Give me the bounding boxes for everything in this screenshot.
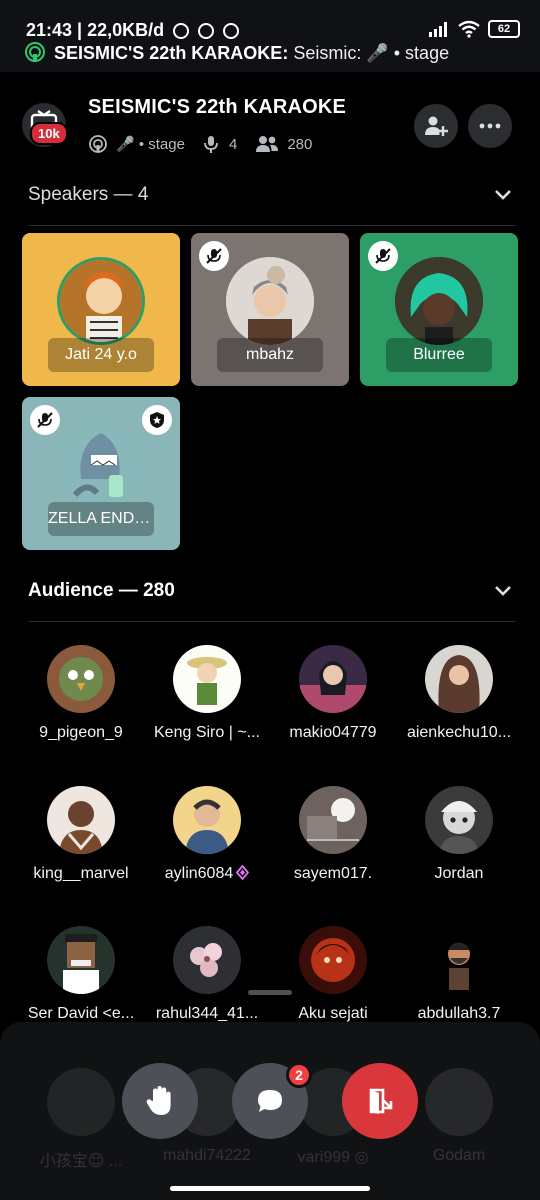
- status-bar: 21:43 | 22,0KB/d 62 SEISMIC'S 22th KARAO…: [0, 0, 540, 72]
- raise-hand-icon: [146, 1086, 171, 1115]
- avatar: [299, 786, 367, 854]
- whatsapp-icon: [198, 23, 215, 40]
- audience-heading: Audience — 280: [28, 580, 175, 601]
- stage-icon: [89, 135, 107, 153]
- stage-channel-label: 🎤 • stage: [116, 136, 185, 153]
- audience-member[interactable]: 9_pigeon_9: [16, 645, 146, 742]
- speakers-divider: [28, 225, 516, 226]
- nitro-boost-icon: [236, 865, 250, 880]
- home-indicator[interactable]: [170, 1186, 370, 1191]
- member-name: aienkechu10...: [406, 724, 512, 741]
- speakers-header[interactable]: Speakers — 4: [28, 184, 512, 206]
- member-name: rahul344_41...: [155, 1005, 259, 1022]
- alarm-icon: [173, 23, 190, 40]
- avatar: [47, 786, 115, 854]
- avatar: [425, 1068, 493, 1136]
- member-name: mahdi74222: [162, 1147, 252, 1164]
- audience-header[interactable]: Audience — 280: [28, 580, 512, 602]
- avatar: [395, 257, 483, 345]
- raise-hand-button[interactable]: [122, 1063, 198, 1139]
- member-name: Keng Siro | ~...: [154, 724, 260, 741]
- speakers-heading: Speakers — 4: [28, 184, 149, 205]
- speaker-tile[interactable]: ZELLA ENDU...: [22, 397, 180, 550]
- leave-door-icon: [369, 1088, 393, 1114]
- member-name: Godam: [432, 1147, 486, 1164]
- audience-member[interactable]: Keng Siro | ~...: [142, 645, 272, 742]
- status-icons: 62: [428, 20, 520, 38]
- audience-member[interactable]: king__marvel: [16, 786, 146, 883]
- member-name: Ser David <e...: [27, 1005, 135, 1022]
- member-name: Jordan: [434, 865, 484, 882]
- avatar: [47, 1068, 115, 1136]
- audience-member[interactable]: sayem017.: [268, 786, 398, 883]
- avatar: [425, 926, 493, 994]
- avatar: [57, 257, 145, 345]
- sheet-drag-handle[interactable]: [248, 990, 292, 995]
- chat-bubble-icon: [258, 1090, 282, 1112]
- avatar: [173, 786, 241, 854]
- member-name: 9_pigeon_9: [39, 724, 123, 741]
- more-icon: [479, 123, 501, 129]
- member-name: abdullah3.7: [417, 1005, 501, 1022]
- member-name: sayem017.: [293, 865, 373, 882]
- speaker-tile[interactable]: Blurree: [360, 233, 518, 386]
- chevron-down-icon: [495, 586, 511, 596]
- speaker-name: Blurree: [386, 338, 492, 372]
- audience-member[interactable]: aienkechu10...: [394, 645, 524, 742]
- audience-member[interactable]: abdullah3.7: [394, 926, 524, 1023]
- moderator-shield-icon: [142, 405, 172, 435]
- listener-count: 280: [287, 135, 313, 153]
- audience-member[interactable]: aylin6084: [142, 786, 272, 883]
- stage-meta: 🎤 • stage 4 280: [88, 134, 312, 154]
- speaker-tile[interactable]: Jati 24 y.o: [22, 233, 180, 386]
- speaker-count: 4: [228, 135, 238, 153]
- speaker-name: mbahz: [217, 338, 323, 372]
- avatar: [57, 421, 145, 509]
- member-name: king__marvel: [33, 865, 129, 882]
- avatar: [173, 645, 241, 713]
- leave-stage-button[interactable]: [342, 1063, 418, 1139]
- member-name: vari999 ◎: [297, 1149, 369, 1166]
- member-name: aylin6084: [142, 865, 272, 883]
- speaker-tile[interactable]: mbahz: [191, 233, 349, 386]
- member-name: Aku sejati: [298, 1005, 368, 1022]
- unread-badge: 2: [286, 1062, 312, 1088]
- avatar: [47, 926, 115, 994]
- muted-icon: [368, 241, 398, 271]
- signal-icon: [429, 22, 447, 37]
- server-badge: 10k: [30, 122, 68, 145]
- muted-icon: [30, 405, 60, 435]
- audience-divider: [28, 621, 516, 622]
- audience-member[interactable]: makio04779: [268, 645, 398, 742]
- audience-member[interactable]: rahul344_41...: [142, 926, 272, 1023]
- muted-icon: [199, 241, 229, 271]
- audience-member[interactable]: Jordan: [394, 786, 524, 883]
- whatsapp-icon-2: [223, 23, 240, 40]
- speaker-name: Jati 24 y.o: [48, 338, 154, 372]
- avatar: [173, 926, 241, 994]
- stage-live-icon: [25, 42, 45, 62]
- add-user-icon: [425, 116, 448, 136]
- ongoing-stage-notification[interactable]: SEISMIC'S 22th KARAOKE: Seismic: 🎤 • sta…: [54, 43, 449, 64]
- more-options-button[interactable]: [468, 104, 512, 148]
- member-name: makio04779: [289, 724, 377, 741]
- audience-member[interactable]: Ser David <e...: [16, 926, 146, 1023]
- people-icon: [256, 136, 279, 152]
- stage-title: SEISMIC'S 22th KARAOKE: [88, 96, 347, 118]
- invite-button[interactable]: [414, 104, 458, 148]
- member-name: 小孩宝😊 ...: [39, 1153, 123, 1170]
- avatar: [425, 645, 493, 713]
- status-time: 21:43 | 22,0KB/d: [26, 20, 240, 41]
- avatar: [47, 645, 115, 713]
- chevron-down-icon: [495, 190, 511, 200]
- microphone-icon: [204, 136, 218, 153]
- speaker-name: ZELLA ENDU...: [48, 502, 154, 536]
- avatar: [299, 926, 367, 994]
- audience-member[interactable]: Aku sejati: [268, 926, 398, 1023]
- avatar: [226, 257, 314, 345]
- battery-icon: 62: [488, 20, 520, 38]
- avatar: [299, 645, 367, 713]
- wifi-icon: [458, 20, 480, 38]
- avatar: [425, 786, 493, 854]
